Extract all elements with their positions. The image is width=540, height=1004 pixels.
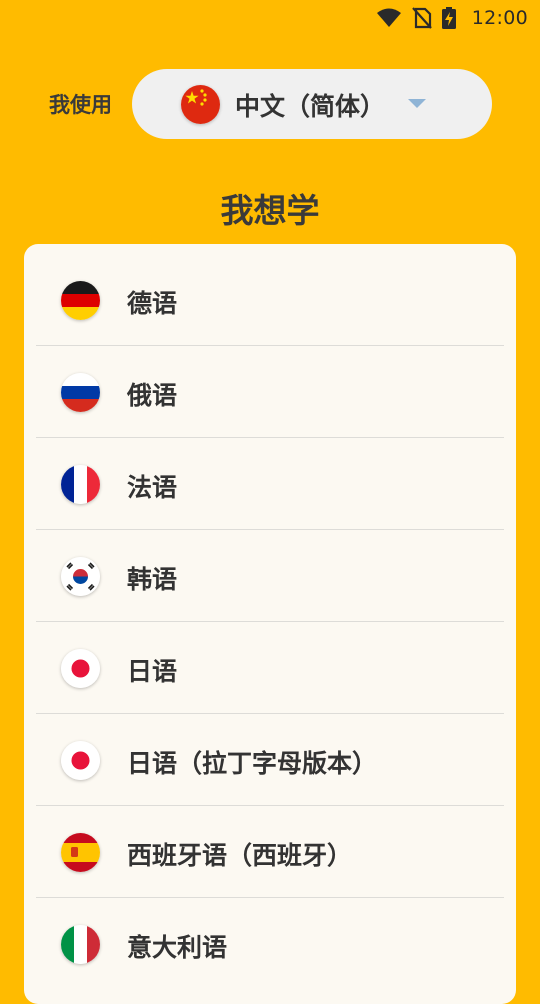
wifi-icon — [376, 8, 402, 28]
status-bar: 12:00 — [0, 0, 540, 36]
language-label: 德语 — [127, 289, 178, 318]
language-label: 韩语 — [127, 565, 178, 594]
language-label: 俄语 — [127, 381, 178, 410]
native-language-row: 我使用 中文（简体） — [0, 69, 540, 139]
page-title: 我想学 — [220, 191, 320, 230]
language-list: 德语 俄语 法语 韩语 日语 日语（拉丁字母版本） 西班牙语（西班牙） 意大利语 — [24, 244, 516, 1004]
i-use-label: 我使用 — [49, 93, 112, 117]
japan-flag-icon — [61, 649, 100, 688]
list-item-french[interactable]: 法语 — [24, 438, 516, 530]
language-label: 日语（拉丁字母版本） — [127, 749, 378, 778]
list-item-german[interactable]: 德语 — [24, 254, 516, 346]
japan-flag-icon — [61, 741, 100, 780]
list-item-japanese-romaji[interactable]: 日语（拉丁字母版本） — [24, 714, 516, 806]
language-label: 法语 — [127, 473, 178, 502]
italy-flag-icon — [61, 925, 100, 964]
clock: 12:00 — [471, 7, 528, 29]
russia-flag-icon — [61, 373, 100, 412]
germany-flag-icon — [61, 281, 100, 320]
list-item-korean[interactable]: 韩语 — [24, 530, 516, 622]
no-sim-icon — [411, 7, 432, 29]
list-item-italian[interactable]: 意大利语 — [24, 898, 516, 990]
chevron-down-icon — [408, 99, 426, 108]
battery-charging-icon — [441, 7, 456, 29]
selected-language: 中文（简体） — [235, 92, 386, 121]
language-label: 日语 — [127, 657, 178, 686]
spain-flag-icon — [61, 833, 100, 872]
south-korea-flag-icon — [61, 557, 100, 596]
list-item-russian[interactable]: 俄语 — [24, 346, 516, 438]
native-language-dropdown[interactable]: 中文（简体） — [132, 69, 492, 139]
list-item-spanish[interactable]: 西班牙语（西班牙） — [24, 806, 516, 898]
list-item-japanese[interactable]: 日语 — [24, 622, 516, 714]
france-flag-icon — [61, 465, 100, 504]
china-flag-icon — [181, 85, 220, 124]
language-label: 西班牙语（西班牙） — [127, 841, 353, 870]
language-label: 意大利语 — [127, 933, 228, 962]
